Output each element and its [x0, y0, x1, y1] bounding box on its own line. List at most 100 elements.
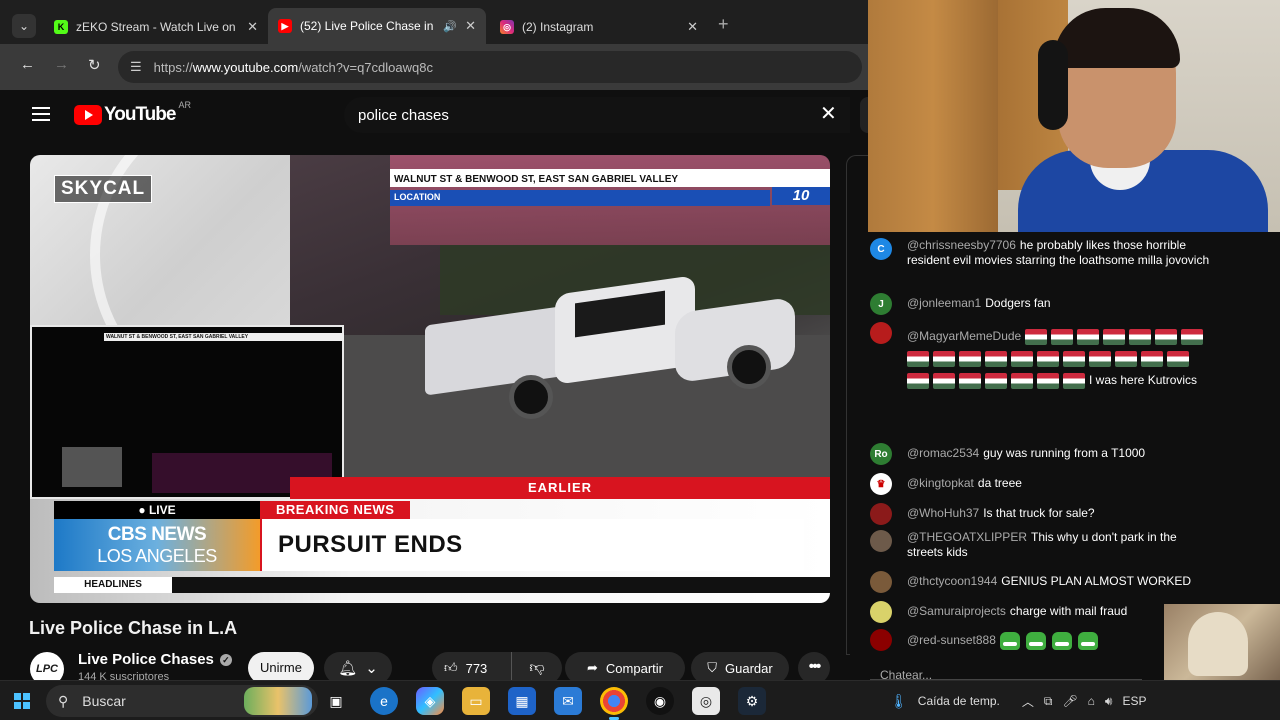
url-path: /watch?v=q7cdloawq8c [298, 59, 433, 75]
microsoft-store-icon[interactable]: ▦ [508, 687, 536, 715]
reload-icon[interactable]: ↻ [88, 56, 101, 74]
dislike-button[interactable]: 👎︎ [512, 659, 562, 677]
mail-icon[interactable]: ✉ [554, 687, 582, 715]
chat-avatar[interactable] [870, 530, 892, 552]
chat-message: @THEGOATXLIPPER This why u don't park in … [870, 530, 1210, 560]
language-indicator[interactable]: ESP [1122, 694, 1146, 708]
chat-author[interactable]: @MagyarMemeDude [907, 329, 1021, 343]
file-explorer-icon[interactable]: ▭ [462, 687, 490, 715]
location-label: LOCATION [390, 190, 770, 206]
youtube-icon: ▶ [278, 19, 292, 33]
tab-search-button[interactable]: ⌄ [12, 14, 36, 38]
chat-avatar[interactable]: ♛ [870, 473, 892, 495]
channel-name[interactable]: Live Police Chases ✓ [78, 651, 232, 668]
network-icon[interactable]: ⌂ [1088, 694, 1095, 708]
hungary-flag-emote [933, 350, 955, 367]
chevron-up-icon[interactable]: ︿ [1022, 693, 1034, 710]
streamer-webcam [868, 0, 1280, 232]
chat-author[interactable]: @THEGOATXLIPPER [907, 530, 1027, 544]
speaker-icon[interactable]: 🔊 [443, 20, 457, 33]
capture-app-icon[interactable]: ◎ [692, 687, 720, 715]
location-banner: WALNUT ST & BENWOOD ST, EAST SAN GABRIEL… [390, 169, 830, 206]
microphone-icon[interactable]: 🎤︎ [1062, 694, 1077, 708]
close-tab-icon[interactable]: ✕ [687, 19, 698, 35]
hamburger-menu-icon[interactable] [32, 107, 50, 121]
hungary-flag-emote [1011, 372, 1033, 389]
chat-avatar[interactable] [870, 322, 892, 344]
chat-author[interactable]: @chrissneesby7706 [907, 238, 1016, 252]
youtube-logo[interactable]: YouTube AR [74, 100, 191, 126]
chat-author[interactable]: @kingtopkat [907, 476, 974, 490]
hungary-flag-emote [959, 372, 981, 389]
youtube-logo-text: YouTube [104, 104, 176, 125]
chrome-icon[interactable] [600, 687, 628, 720]
copilot-icon[interactable]: ◈ [416, 687, 444, 715]
steam-icon[interactable]: ⚙ [738, 687, 766, 715]
task-view-icon[interactable]: ▣ [322, 687, 350, 715]
chat-avatar[interactable] [870, 629, 892, 651]
chat-avatar[interactable]: Ro [870, 443, 892, 465]
share-label: Compartir [605, 660, 663, 676]
chat-author[interactable]: @Samuraiprojects [907, 604, 1006, 618]
chat-message: @thctycoon1944 GENIUS PLAN ALMOST WORKED [870, 571, 1210, 593]
bell-icon: 🔔︎ [338, 660, 358, 677]
tab-kick[interactable]: K zEKO Stream - Watch Live on Ki ✕ [44, 12, 268, 42]
chat-author[interactable]: @romac2534 [907, 446, 979, 460]
chat-author[interactable]: @jonleeman1 [907, 296, 981, 310]
tab-title: (52) Live Police Chase in L.A [300, 19, 437, 33]
frog-emotes [999, 632, 1104, 650]
chat-avatar[interactable] [870, 601, 892, 623]
chat-message: Ro @romac2534 guy was running from a T100… [870, 443, 1210, 465]
weather-icon[interactable]: 🌡︎ [890, 693, 908, 710]
hungary-flag-emote [1037, 350, 1059, 367]
taskbar-search-label: Buscar [82, 693, 126, 709]
hungary-flag-emote [1077, 328, 1100, 345]
search-input[interactable]: police chases [344, 97, 850, 133]
network-line2: LOS ANGELES [97, 546, 217, 566]
chat-avatar[interactable] [870, 571, 892, 593]
edge-icon[interactable]: e [370, 687, 398, 715]
chat-author[interactable]: @red-sunset888 [907, 633, 996, 647]
verified-check-icon: ✓ [219, 654, 232, 667]
chat-avatar[interactable]: J [870, 293, 892, 315]
station-logo: SKYCAL [54, 175, 153, 203]
hungary-flag-emote [1025, 328, 1048, 345]
chat-input[interactable]: Chatear... [870, 668, 1142, 680]
video-player[interactable]: SKYCAL WALNUT ST & BENWOOD ST, EAST SAN … [30, 155, 830, 603]
earlier-label: EARLIER [290, 477, 830, 499]
hungary-flag-emote [1011, 350, 1033, 367]
headset-icon [1038, 40, 1068, 130]
url-host: www.youtube.com [192, 59, 299, 75]
volume-icon[interactable]: 🔊︎ [1105, 694, 1113, 709]
youtube-header: YouTube AR police chases ✕ [0, 90, 868, 140]
hungary-flag-emote [985, 372, 1007, 389]
chat-avatar[interactable]: C [870, 238, 892, 260]
clear-search-icon[interactable]: ✕ [820, 104, 837, 124]
search-icon: ⚲ [58, 692, 69, 709]
windows-start-icon[interactable] [14, 693, 30, 709]
chat-author[interactable]: @thctycoon1944 [907, 574, 997, 588]
frog-emote [999, 632, 1020, 650]
weather-text[interactable]: Caída de temp. [918, 694, 1000, 708]
new-tab-plus-icon[interactable]: + [718, 14, 729, 35]
chat-avatar[interactable] [870, 503, 892, 525]
address-bar-row: ← → ↻ ☰ https://www.youtube.com/watch?v=… [0, 44, 868, 90]
chat-author[interactable]: @WhoHuh37 [907, 506, 979, 520]
obs-icon[interactable]: ◉ [646, 687, 674, 715]
display-icon[interactable]: ⧉ [1044, 694, 1053, 709]
url-field[interactable]: ☰ https://www.youtube.com/watch?v=q7cdlo… [118, 51, 862, 83]
search-button[interactable] [860, 97, 868, 133]
tab-instagram[interactable]: ◎ (2) Instagram ✕ [490, 12, 708, 42]
frog-emote [1025, 632, 1046, 650]
forward-arrow-icon[interactable]: → [54, 56, 69, 73]
taskbar-search[interactable]: ⚲ Buscar [46, 685, 318, 717]
close-tab-icon[interactable]: ✕ [247, 19, 258, 35]
back-arrow-icon[interactable]: ← [20, 56, 35, 73]
close-tab-icon[interactable]: ✕ [465, 18, 476, 34]
site-info-icon[interactable]: ☰ [130, 59, 142, 75]
chat-message: C @chrissneesby7706 he probably likes tho… [870, 238, 1210, 268]
news-headline: PURSUIT ENDS [260, 519, 804, 571]
save-label: Guardar [725, 660, 773, 676]
tab-youtube[interactable]: ▶ (52) Live Police Chase in L.A 🔊 ✕ [268, 8, 486, 44]
hungary-flag-emote [1051, 328, 1074, 345]
